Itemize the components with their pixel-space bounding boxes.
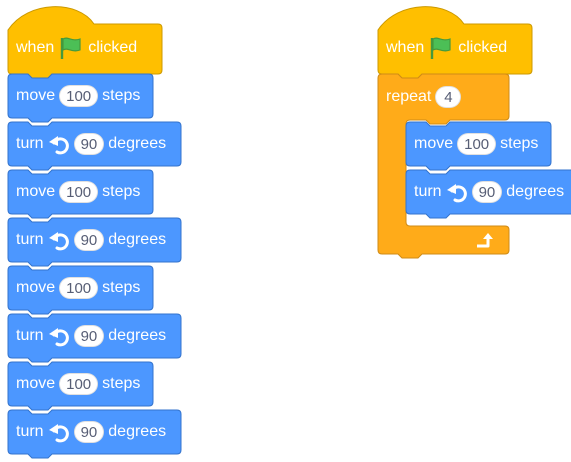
- steps-label: steps: [102, 375, 141, 392]
- degrees-label: degrees: [108, 135, 167, 152]
- turn-label: turn: [414, 183, 442, 200]
- turn-block[interactable]: turn 90 degrees: [7, 121, 182, 171]
- left-script[interactable]: when clicked move 100 steps turn 90 degrees mo…: [0, 0, 190, 462]
- move-label: move: [16, 279, 56, 296]
- move-block[interactable]: move 100 steps: [7, 73, 154, 123]
- degrees-label: degrees: [108, 231, 167, 248]
- steps-input[interactable]: 100: [59, 373, 99, 395]
- move-block[interactable]: move 100 steps: [7, 169, 154, 219]
- turn-block[interactable]: turn 90 degrees: [7, 409, 182, 459]
- green-flag-icon: [428, 36, 454, 60]
- turn-label: turn: [16, 231, 44, 248]
- move-label: move: [16, 87, 56, 104]
- steps-label: steps: [102, 87, 141, 104]
- turn-block[interactable]: turn 90 degrees: [7, 313, 182, 363]
- right-script[interactable]: when clicked repeat 4 move 100 steps turn 90…: [376, 0, 571, 462]
- move-label: move: [414, 135, 454, 152]
- turn-block[interactable]: turn 90 degrees: [405, 169, 571, 219]
- when-flag-clicked-hat-block[interactable]: when clicked: [7, 6, 163, 79]
- degrees-label: degrees: [108, 423, 167, 440]
- move-label: move: [16, 183, 56, 200]
- when-label: when: [16, 39, 55, 56]
- loop-arrow-icon: [474, 230, 498, 250]
- rotate-left-icon: [48, 325, 70, 347]
- turn-block[interactable]: turn 90 degrees: [7, 217, 182, 267]
- degrees-input[interactable]: 90: [73, 229, 105, 251]
- clicked-label: clicked: [458, 39, 508, 56]
- clicked-label: clicked: [88, 39, 138, 56]
- turn-label: turn: [16, 135, 44, 152]
- degrees-input[interactable]: 90: [73, 133, 105, 155]
- move-label: move: [16, 375, 56, 392]
- move-block[interactable]: move 100 steps: [405, 121, 552, 171]
- rotate-left-icon: [446, 181, 468, 203]
- rotate-left-icon: [48, 421, 70, 443]
- degrees-input[interactable]: 90: [73, 325, 105, 347]
- steps-label: steps: [102, 183, 141, 200]
- turn-label: turn: [16, 327, 44, 344]
- steps-input[interactable]: 100: [59, 181, 99, 203]
- turn-label: turn: [16, 423, 44, 440]
- steps-input[interactable]: 100: [59, 85, 99, 107]
- green-flag-icon: [58, 36, 84, 60]
- rotate-left-icon: [48, 229, 70, 251]
- degrees-input[interactable]: 90: [471, 181, 503, 203]
- move-block[interactable]: move 100 steps: [7, 361, 154, 411]
- when-flag-clicked-hat-block[interactable]: when clicked: [377, 6, 533, 79]
- when-label: when: [386, 39, 425, 56]
- degrees-label: degrees: [506, 183, 565, 200]
- move-block[interactable]: move 100 steps: [7, 265, 154, 315]
- steps-label: steps: [102, 279, 141, 296]
- steps-input[interactable]: 100: [457, 133, 497, 155]
- degrees-input[interactable]: 90: [73, 421, 105, 443]
- steps-input[interactable]: 100: [59, 277, 99, 299]
- steps-label: steps: [500, 135, 539, 152]
- degrees-label: degrees: [108, 327, 167, 344]
- repeat-label: repeat: [386, 88, 432, 105]
- repeat-count-input[interactable]: 4: [435, 86, 462, 108]
- rotate-left-icon: [48, 133, 70, 155]
